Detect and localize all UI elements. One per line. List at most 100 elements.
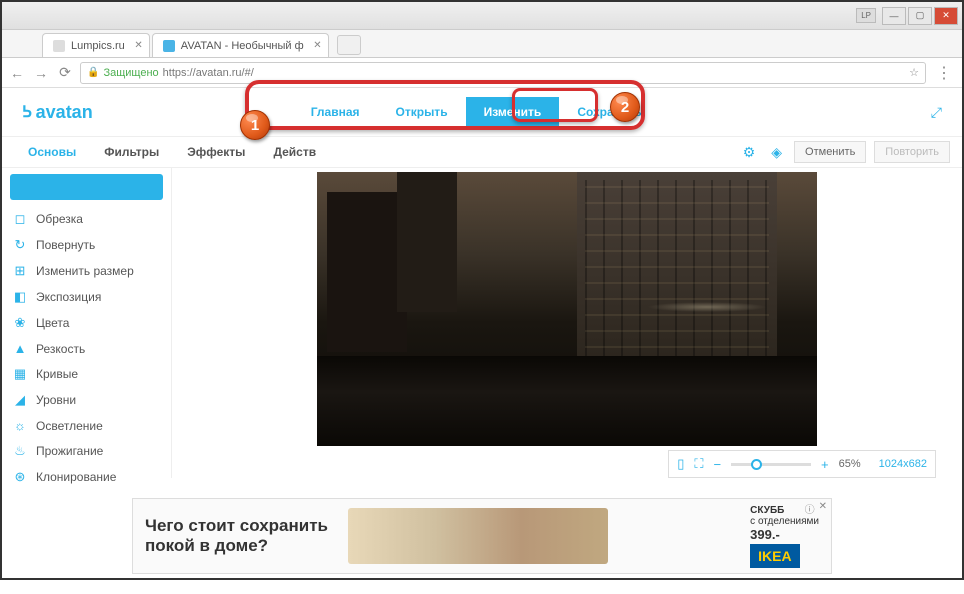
canvas-area: ▯ ⛶ − + 65% 1024x682 — [172, 168, 962, 478]
lock-icon: 🔒 — [87, 67, 99, 78]
browser-tabbar: Lumpics.ru ✕ AVATAN - Необычный ф ✕ — [2, 30, 962, 58]
ad-controls: ⓘ ✕ — [805, 501, 827, 516]
sidebar-item[interactable]: ☼ Осветление — [2, 413, 171, 438]
sidebar-item[interactable]: ◧Экспозиция — [2, 284, 171, 310]
tab-title: Lumpics.ru — [71, 40, 125, 52]
app-header: ᕊ avatan Главная Открыть Изменить Сохран… — [2, 88, 962, 136]
sidebar: ◻ Обрезка ↻ Повернуть ⊞ Изменить размер ◧Экспо… — [2, 168, 172, 478]
sidebar-item[interactable]: ▲Резкость — [2, 336, 171, 361]
sidebar-item[interactable]: ❀ Цвета — [2, 310, 171, 336]
ad-info-icon[interactable]: ⓘ — [805, 501, 815, 516]
ad-banner[interactable]: Чего стоит сохранить покой в доме? СКУББ… — [132, 498, 832, 574]
ad-close-icon[interactable]: ✕ — [819, 501, 827, 516]
settings-icon[interactable]: ⚙ — [739, 144, 760, 161]
zoom-thumb[interactable] — [751, 459, 762, 470]
sidebar-item[interactable]: ⊛ Клонирование — [2, 464, 171, 490]
undo-button[interactable]: Отменить — [794, 141, 866, 163]
ad-image — [348, 508, 608, 564]
sidebar-primary-button[interactable] — [10, 174, 163, 200]
logo-icon: ᕊ — [22, 102, 32, 122]
tool-label: Изменить размер — [36, 264, 134, 278]
zoom-slider[interactable] — [731, 463, 811, 466]
subnav-filters[interactable]: Фильтры — [90, 145, 173, 159]
tool-label: Экспозиция — [36, 290, 101, 304]
canvas-toolbar: ▯ ⛶ − + 65% 1024x682 — [668, 450, 936, 478]
minimize-button[interactable]: — — [882, 7, 906, 25]
tab-close-icon[interactable]: ✕ — [313, 40, 321, 51]
tool-label: Осветление — [36, 419, 103, 433]
dimensions-link[interactable]: 1024x682 — [879, 458, 927, 470]
tool-icon: ◻ — [12, 211, 28, 227]
image-content — [317, 356, 817, 446]
sidebar-item[interactable]: ↻ Повернуть — [2, 232, 171, 258]
logo[interactable]: ᕊ avatan — [22, 102, 93, 123]
image-canvas[interactable] — [317, 172, 817, 446]
close-button[interactable]: ✕ — [934, 7, 958, 25]
url-input[interactable]: 🔒 Защищено https://avatan.ru/#/ ☆ — [80, 62, 926, 84]
favicon-icon — [53, 40, 65, 52]
tool-icon: ❀ — [12, 315, 28, 331]
image-content — [577, 172, 777, 372]
subnav-effects[interactable]: Эффекты — [173, 145, 259, 159]
nav-edit[interactable]: Изменить — [466, 97, 560, 127]
reload-icon[interactable]: ⟳ — [56, 64, 74, 81]
window-titlebar: LP — ▢ ✕ — [2, 2, 962, 30]
tool-icon: ◢ — [12, 392, 28, 408]
tool-label: Цвета — [36, 316, 69, 330]
sidebar-item[interactable]: ◢ Уровни — [2, 387, 171, 413]
tool-label: Резкость — [36, 342, 85, 356]
tool-icon: ⊛ — [12, 469, 28, 485]
new-tab-button[interactable] — [337, 35, 361, 55]
tool-label: Прожигание — [36, 444, 103, 458]
tool-icon: ⊞ — [12, 263, 28, 279]
tool-label: Уровни — [36, 393, 76, 407]
tool-icon: ↻ — [12, 237, 28, 253]
redo-button[interactable]: Повторить — [874, 141, 950, 163]
zoom-in-icon[interactable]: + — [821, 457, 829, 472]
tool-icon: ☼ — [12, 418, 28, 433]
browser-tab[interactable]: AVATAN - Необычный ф ✕ — [152, 33, 329, 57]
sidebar-item[interactable]: ◻ Обрезка — [2, 206, 171, 232]
tool-label: Кривые — [36, 367, 78, 381]
main-nav: Главная Открыть Изменить Сохранить — [293, 97, 660, 127]
sidebar-item[interactable]: ♨Прожигание — [2, 438, 171, 464]
nav-save[interactable]: Сохранить — [559, 97, 659, 127]
tool-label: Обрезка — [36, 212, 83, 226]
bookmark-icon[interactable]: ☆ — [909, 66, 919, 79]
tab-close-icon[interactable]: ✕ — [134, 40, 142, 51]
back-icon[interactable]: ← — [8, 65, 26, 81]
ikea-logo: IKEA — [750, 544, 799, 568]
zoom-percent: 65% — [839, 458, 861, 470]
fullscreen-icon[interactable]: ⤢ — [931, 104, 942, 121]
subnav-actions[interactable]: Действ — [259, 145, 330, 159]
sidebar-item[interactable]: ⊞ Изменить размер — [2, 258, 171, 284]
tool-label: Повернуть — [36, 238, 95, 252]
tool-icon: ▦ — [12, 366, 28, 382]
subnav-basics[interactable]: Основы — [14, 145, 90, 159]
tool-label: Клонирование — [36, 470, 116, 484]
annotation-marker-2: 2 — [610, 92, 640, 122]
forward-icon[interactable]: → — [32, 65, 50, 81]
user-badge: LP — [856, 8, 876, 23]
subnav-right: ⚙ ◈ Отменить Повторить — [739, 141, 950, 163]
app-container: ᕊ avatan Главная Открыть Изменить Сохран… — [2, 88, 962, 594]
browser-menu-icon[interactable]: ⋮ — [932, 63, 956, 83]
annotation-marker-1: 1 — [240, 110, 270, 140]
browser-tab[interactable]: Lumpics.ru ✕ — [42, 33, 150, 57]
fit-icon[interactable]: ▯ — [677, 456, 684, 472]
ad-area: Чего стоит сохранить покой в доме? СКУББ… — [2, 478, 962, 594]
nav-home[interactable]: Главная — [293, 97, 378, 127]
maximize-button[interactable]: ▢ — [908, 7, 932, 25]
image-content — [327, 192, 407, 352]
image-content — [397, 172, 457, 312]
favicon-icon — [163, 40, 175, 52]
layers-icon[interactable]: ◈ — [767, 144, 786, 161]
ad-headline: Чего стоит сохранить покой в доме? — [145, 516, 328, 557]
image-content — [647, 302, 767, 312]
zoom-out-icon[interactable]: − — [713, 457, 721, 472]
logo-text: avatan — [36, 102, 93, 123]
secure-label: Защищено — [103, 67, 158, 79]
expand-icon[interactable]: ⛶ — [694, 456, 703, 472]
sidebar-item[interactable]: ▦ Кривые — [2, 361, 171, 387]
nav-open[interactable]: Открыть — [378, 97, 466, 127]
